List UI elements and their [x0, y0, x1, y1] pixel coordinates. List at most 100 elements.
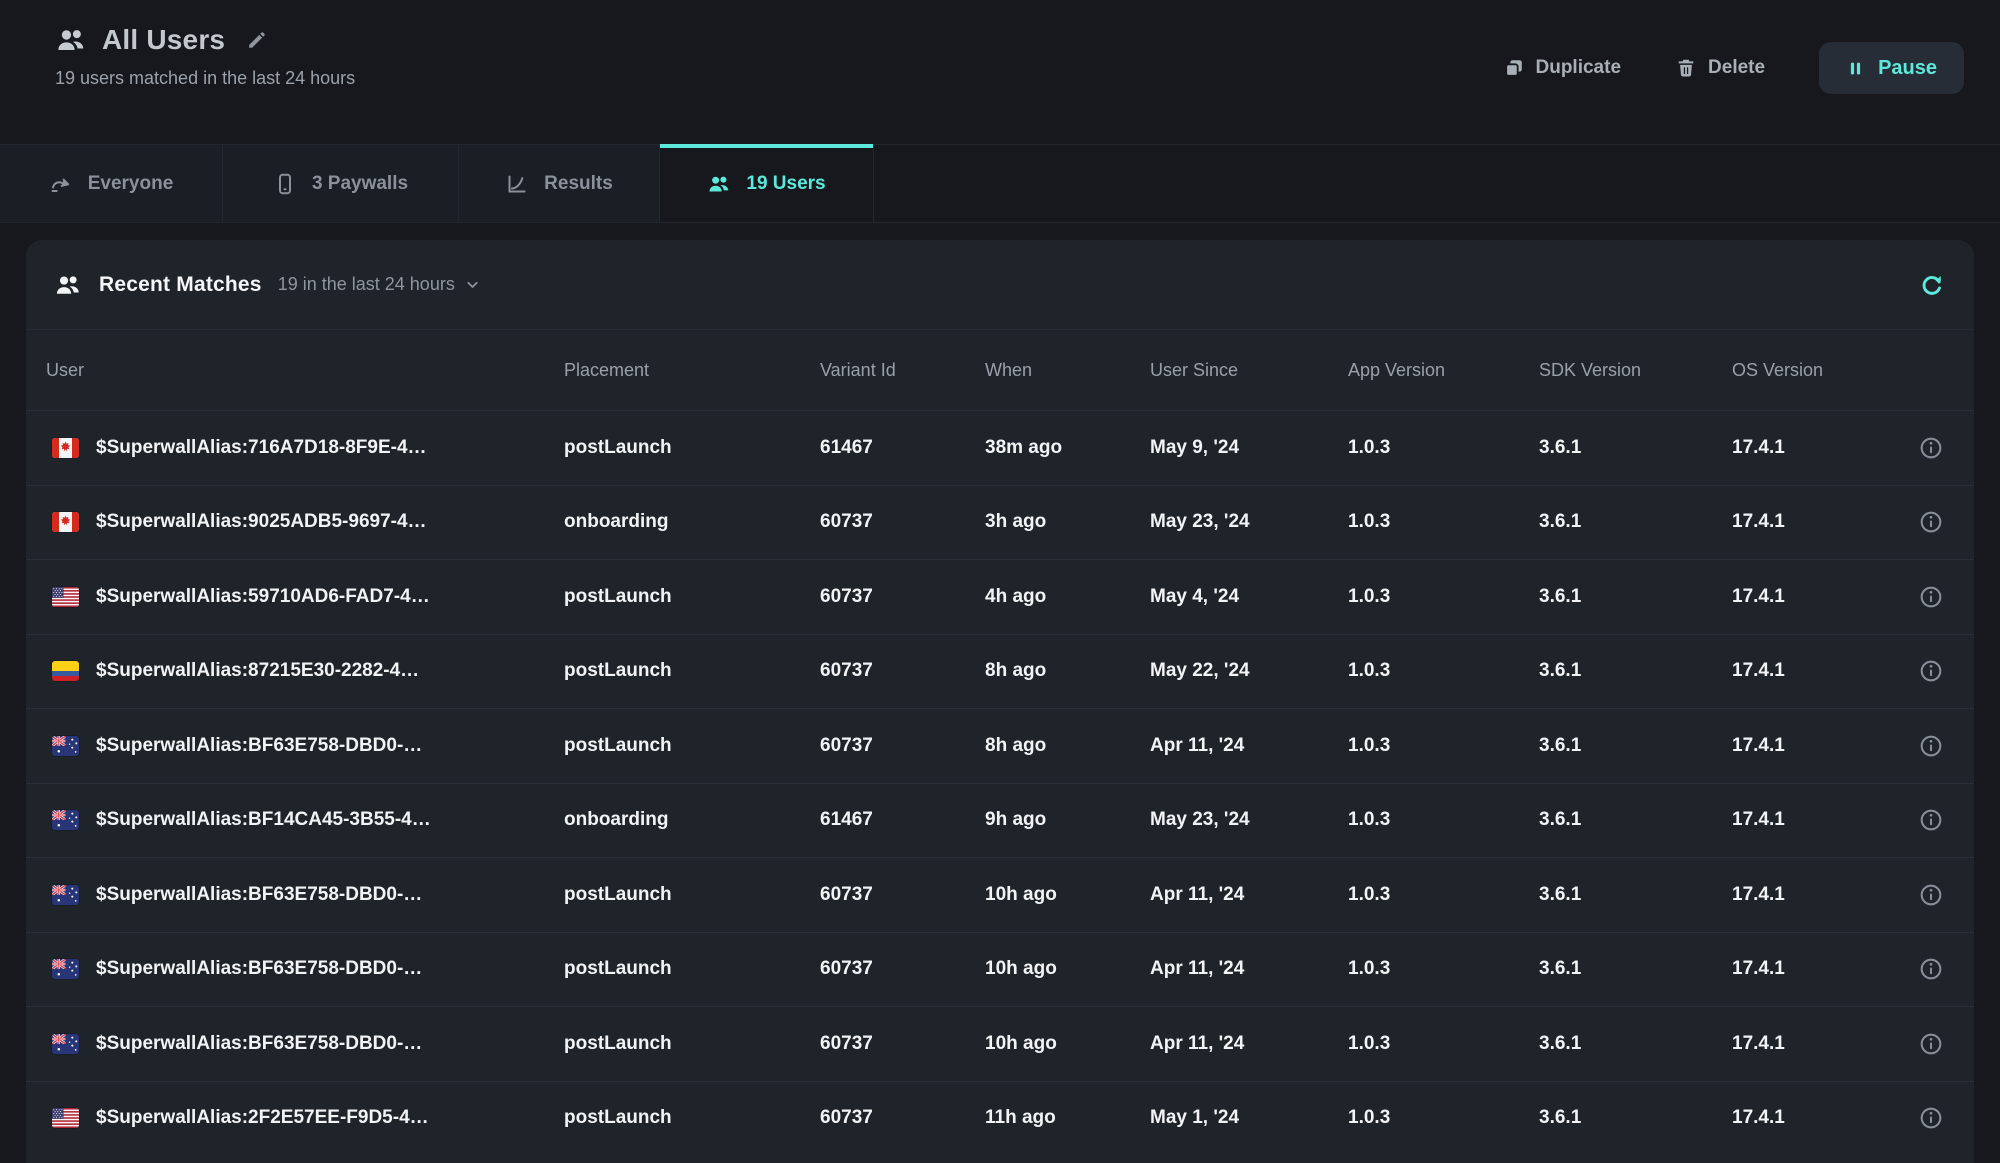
app-version-value: 1.0.3: [1348, 1033, 1539, 1055]
user-alias: $SuperwallAlias:BF14CA45-3B55-4…: [96, 809, 431, 831]
chevron-down-icon: [464, 276, 481, 293]
country-flag-icon-us: [52, 1108, 79, 1128]
when-value: 38m ago: [985, 437, 1150, 459]
user-since-value: May 4, '24: [1150, 586, 1348, 608]
placement-value: postLaunch: [564, 586, 820, 608]
os-version-value: 17.4.1: [1732, 1033, 1915, 1055]
pause-button[interactable]: Pause: [1819, 42, 1964, 94]
table-row[interactable]: $SuperwallAlias:9025ADB5-9697-4…onboardi…: [26, 485, 1974, 560]
variant-id-value: 60737: [820, 958, 985, 980]
chart-icon: [505, 172, 529, 196]
placement-value: postLaunch: [564, 735, 820, 757]
table-row[interactable]: $SuperwallAlias:BF63E758-DBD0-…postLaunc…: [26, 932, 1974, 1007]
placement-value: postLaunch: [564, 437, 820, 459]
when-value: 8h ago: [985, 735, 1150, 757]
table-row[interactable]: $SuperwallAlias:BF14CA45-3B55-4… onboardi…: [26, 783, 1974, 858]
col-header-os-version: OS Version: [1732, 360, 1915, 381]
pause-label: Pause: [1878, 57, 1937, 80]
info-icon[interactable]: [1918, 584, 1944, 610]
sdk-version-value: 3.6.1: [1539, 1033, 1732, 1055]
info-icon[interactable]: [1918, 733, 1944, 759]
os-version-value: 17.4.1: [1732, 511, 1915, 533]
sdk-version-value: 3.6.1: [1539, 809, 1732, 831]
user-alias: $SuperwallAlias:9025ADB5-9697-4…: [96, 511, 427, 533]
user-since-value: Apr 11, '24: [1150, 884, 1348, 906]
tab-paywalls-label: 3 Paywalls: [312, 173, 408, 195]
table-row[interactable]: $SuperwallAlias:BF63E758-DBD0-…postLaunc…: [26, 708, 1974, 783]
placement-value: onboarding: [564, 809, 820, 831]
table-row[interactable]: $SuperwallAlias:2F2E57EE-F9D5-4…postLaun…: [26, 1081, 1974, 1156]
user-cell: $SuperwallAlias:BF14CA45-3B55-4…: [46, 809, 564, 831]
duplicate-label: Duplicate: [1536, 57, 1622, 79]
placement-value: postLaunch: [564, 660, 820, 682]
table-row[interactable]: $SuperwallAlias:716A7D18-8F9E-4…postLaun…: [26, 410, 1974, 485]
user-cell: $SuperwallAlias:BF63E758-DBD0-…: [46, 735, 564, 757]
table-row[interactable]: $SuperwallAlias:BF63E758-DBD0-…postLaunc…: [26, 1006, 1974, 1081]
country-flag-icon-au: [52, 810, 79, 830]
info-icon[interactable]: [1918, 882, 1944, 908]
col-header-user-since: User Since: [1150, 360, 1348, 381]
user-since-value: May 22, '24: [1150, 660, 1348, 682]
edit-title-pencil-icon[interactable]: [246, 29, 268, 51]
col-header-user: User: [46, 360, 564, 381]
col-header-app-version: App Version: [1348, 360, 1539, 381]
pause-icon: [1846, 59, 1865, 78]
info-icon[interactable]: [1918, 658, 1944, 684]
app-version-value: 1.0.3: [1348, 437, 1539, 459]
table-row[interactable]: $SuperwallAlias:59710AD6-FAD7-4… postLaun…: [26, 559, 1974, 634]
user-since-value: Apr 11, '24: [1150, 1033, 1348, 1055]
time-range-dropdown[interactable]: 19 in the last 24 hours: [278, 274, 481, 295]
when-value: 11h ago: [985, 1107, 1150, 1129]
tab-users[interactable]: 19 Users: [660, 145, 874, 222]
trash-icon: [1675, 57, 1697, 79]
os-version-value: 17.4.1: [1732, 660, 1915, 682]
user-alias: $SuperwallAlias:59710AD6-FAD7-4…: [96, 586, 430, 608]
os-version-value: 17.4.1: [1732, 958, 1915, 980]
refresh-icon[interactable]: [1918, 271, 1946, 299]
delete-button[interactable]: Delete: [1675, 57, 1765, 79]
info-icon[interactable]: [1918, 1105, 1944, 1131]
country-flag-icon-co: [52, 661, 79, 681]
table-body: $SuperwallAlias:716A7D18-8F9E-4…postLaun…: [26, 410, 1974, 1155]
user-cell: $SuperwallAlias:BF63E758-DBD0-…: [46, 884, 564, 906]
tab-results[interactable]: Results: [459, 145, 660, 222]
tab-paywalls[interactable]: 3 Paywalls: [223, 145, 459, 222]
tab-bar: Everyone 3 Paywalls Results 19 Users: [0, 144, 2000, 223]
when-value: 10h ago: [985, 884, 1150, 906]
placement-value: postLaunch: [564, 1107, 820, 1129]
sdk-version-value: 3.6.1: [1539, 437, 1732, 459]
users-icon: [55, 24, 87, 56]
col-header-placement: Placement: [564, 360, 820, 381]
info-icon[interactable]: [1918, 807, 1944, 833]
app-version-value: 1.0.3: [1348, 735, 1539, 757]
user-since-value: May 1, '24: [1150, 1107, 1348, 1129]
app-version-value: 1.0.3: [1348, 660, 1539, 682]
info-icon[interactable]: [1918, 1031, 1944, 1057]
duplicate-button[interactable]: Duplicate: [1503, 57, 1622, 79]
os-version-value: 17.4.1: [1732, 586, 1915, 608]
table-row[interactable]: $SuperwallAlias:BF63E758-DBD0-… postLaunc…: [26, 857, 1974, 932]
user-since-value: Apr 11, '24: [1150, 735, 1348, 757]
info-icon[interactable]: [1918, 509, 1944, 535]
country-flag-icon-au: [52, 1034, 79, 1054]
page-title: All Users: [102, 24, 225, 56]
when-value: 4h ago: [985, 586, 1150, 608]
user-cell: $SuperwallAlias:87215E30-2282-4…: [46, 660, 564, 682]
info-icon[interactable]: [1918, 956, 1944, 982]
recent-matches-panel: Recent Matches 19 in the last 24 hours U…: [26, 240, 1974, 1163]
when-value: 10h ago: [985, 1033, 1150, 1055]
users-icon: [54, 271, 82, 299]
placement-value: postLaunch: [564, 884, 820, 906]
table-row[interactable]: $SuperwallAlias:87215E30-2282-4…postLaun…: [26, 634, 1974, 709]
variant-id-value: 60737: [820, 511, 985, 533]
country-flag-icon-au: [52, 959, 79, 979]
country-flag-icon-au: [52, 885, 79, 905]
tab-everyone[interactable]: Everyone: [0, 145, 223, 222]
country-flag-icon-us: [52, 587, 79, 607]
user-alias: $SuperwallAlias:BF63E758-DBD0-…: [96, 884, 422, 906]
user-since-value: May 23, '24: [1150, 809, 1348, 831]
tab-everyone-label: Everyone: [88, 173, 174, 195]
app-version-value: 1.0.3: [1348, 958, 1539, 980]
panel-title: Recent Matches: [99, 273, 262, 297]
info-icon[interactable]: [1918, 435, 1944, 461]
